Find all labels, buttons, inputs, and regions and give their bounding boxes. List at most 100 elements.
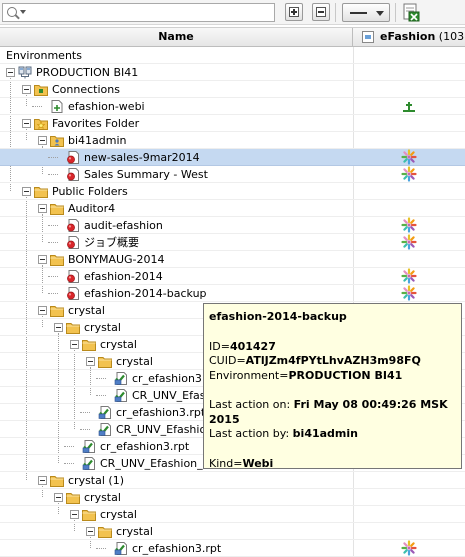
tree-item-label: PRODUCTION BI41 [36,66,139,79]
universe-icon [362,31,374,43]
collapse-toggle-icon[interactable] [86,357,95,366]
tree-row[interactable]: crystal [0,489,465,506]
collapse-toggle-icon[interactable] [54,323,63,332]
tree-row[interactable]: efashion-2014 [0,268,465,285]
tree-row[interactable]: efashion-2014-backup [0,285,465,302]
tooltip-cuid: CUID=ATlJZm4fPYtLhvAZH3m98FQ [209,354,421,367]
tree-item-label: cr_efashion3.r [132,372,210,385]
name-column-header[interactable]: Name [0,28,353,47]
tree-item-label: cr_efashion3.rpt [116,406,206,419]
colorful-burst-icon [401,268,417,284]
export-excel-button[interactable] [401,3,420,22]
tree-connector [48,174,58,175]
collapse-toggle-icon[interactable] [22,85,31,94]
tree-item-label: Public Folders [52,185,128,198]
chevron-down-icon [376,11,384,16]
tree-row[interactable]: efashion-webi [0,98,465,115]
folder-icon [82,508,96,521]
folder-icon [50,202,64,215]
collapse-toggle-icon[interactable] [22,119,31,128]
collapse-toggle-icon[interactable] [6,68,15,77]
tree-connector [64,463,74,464]
collapse-toggle-icon[interactable] [70,340,79,349]
tree-row[interactable]: Connections [0,81,465,98]
expand-all-icon [289,7,299,17]
folder-icon [66,491,80,504]
tree-connector [64,446,74,447]
object-tooltip: efashion-2014-backup ID=401427 CUID=ATlJ… [203,303,462,470]
line-menu-icon [350,12,367,14]
tooltip-last-action-on: Last action on: Fri May 08 00:49:26 MSK … [209,398,448,426]
folder-icon [98,525,112,538]
tree-row[interactable]: Favorites Folder [0,115,465,132]
search-input[interactable] [29,5,269,20]
tree-connector [48,225,58,226]
view-menu-button[interactable] [342,3,390,22]
crystal-report-icon [82,457,96,470]
tree-row[interactable]: crystal [0,506,465,523]
tree-row[interactable]: ジョブ概要 [0,234,465,251]
tree-row[interactable]: audit-efashion [0,217,465,234]
tree-row[interactable]: Environments [0,47,465,64]
collapse-toggle-icon[interactable] [70,510,79,519]
server-icon [18,66,32,79]
tree-item-label: crystal [100,508,137,521]
tree-item-label: Favorites Folder [52,117,140,130]
tree-row[interactable]: PRODUCTION BI41 [0,64,465,81]
tree-connector [96,548,106,549]
tree-item-label: CR_UNV_Efash [132,389,213,402]
tooltip-id: ID=401427 [209,339,276,353]
colorful-burst-icon [401,166,417,182]
collapse-all-button[interactable] [312,3,330,21]
tooltip-kind: Kind=Webi [209,456,274,470]
tree-row[interactable]: bi41admin [0,132,465,149]
tree-item-label: crystal (1) [68,474,124,487]
crystal-report-icon [114,389,128,402]
tree-row[interactable]: crystal (1) [0,472,465,489]
tree-item-label: efashion-2014-backup [84,287,207,300]
colorful-burst-icon [401,149,417,165]
search-dropdown-icon[interactable] [20,10,26,14]
tree-item-label: cr_efashion3.rpt [100,440,190,453]
expand-all-button[interactable] [285,3,303,21]
tree-connector [48,276,58,277]
crystal-report-icon [82,440,96,453]
tree-connector [32,106,42,107]
connections-folder-icon [34,83,48,96]
webi-document-icon [66,168,80,181]
search-icon[interactable] [7,7,17,17]
tree-item-label: bi41admin [68,134,127,147]
excel-export-icon [403,3,420,22]
collapse-toggle-icon[interactable] [22,187,31,196]
tooltip-title: efashion-2014-backup [209,310,347,323]
collapse-toggle-icon[interactable] [38,136,47,145]
tree-connector [96,378,106,379]
collapse-toggle-icon[interactable] [38,255,47,264]
tree-row[interactable]: Public Folders [0,183,465,200]
tree-row[interactable]: BONYMAUG-2014 [0,251,465,268]
efashion-column-header[interactable]: eFashion (103) [354,28,465,47]
collapse-toggle-icon[interactable] [86,527,95,536]
tree-connector [48,293,58,294]
collapse-toggle-icon[interactable] [38,204,47,213]
tree-row[interactable]: Auditor4 [0,200,465,217]
search-box[interactable] [2,3,275,22]
column-header: Name eFashion (103) [0,27,465,47]
tree-item-label: BONYMAUG-2014 [68,253,165,266]
tree-item-label: crystal [116,355,153,368]
collapse-toggle-icon[interactable] [38,476,47,485]
folder-icon [82,338,96,351]
collapse-toggle-icon[interactable] [54,493,63,502]
crystal-report-icon [98,406,112,419]
crystal-report-icon [114,372,128,385]
tree-row[interactable]: crystal [0,523,465,540]
tree-row[interactable]: cr_efashion3.rpt [0,540,465,557]
tree-item-label: crystal [84,491,121,504]
webi-document-icon [66,219,80,232]
tree-row[interactable]: new-sales-9mar2014 [0,149,465,166]
tree-row[interactable]: Sales Summary - West [0,166,465,183]
collapse-toggle-icon[interactable] [38,306,47,315]
tree-item-label: crystal [116,525,153,538]
colorful-burst-icon [401,285,417,301]
tree-item-label: Connections [52,83,120,96]
